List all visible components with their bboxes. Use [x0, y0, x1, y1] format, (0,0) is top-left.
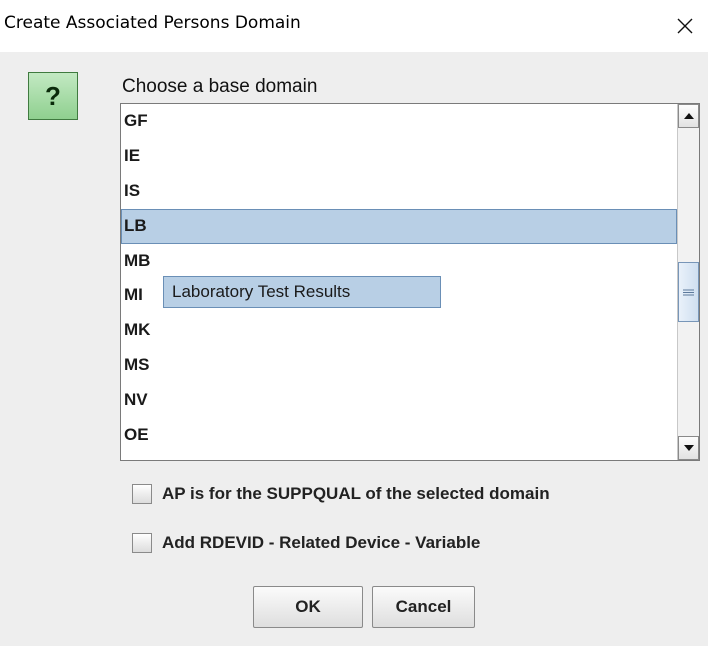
question-glyph: ? [45, 80, 61, 111]
suppqual-label[interactable]: AP is for the SUPPQUAL of the selected d… [162, 484, 550, 504]
list-item[interactable]: IE [121, 139, 677, 174]
window-title: Create Associated Persons Domain [4, 13, 301, 33]
grip-icon [683, 289, 694, 295]
ok-button[interactable]: OK [253, 586, 363, 628]
rdevid-label[interactable]: Add RDEVID - Related Device - Variable [162, 533, 480, 553]
vertical-scrollbar[interactable] [677, 104, 699, 460]
list-item[interactable]: MS [121, 348, 677, 383]
rdevid-checkbox[interactable] [132, 533, 152, 553]
scroll-down-button[interactable] [678, 436, 699, 460]
list-item[interactable]: MB [121, 244, 677, 279]
list-item[interactable]: IS [121, 174, 677, 209]
domain-tooltip: Laboratory Test Results [163, 276, 441, 308]
arrow-down-icon [683, 445, 694, 451]
list-item[interactable]: OE [121, 418, 677, 453]
prompt-label: Choose a base domain [122, 76, 318, 97]
suppqual-checkbox[interactable] [132, 484, 152, 504]
question-icon: ? [28, 72, 78, 120]
title-bar: Create Associated Persons Domain [0, 0, 708, 52]
scrollbar-thumb[interactable] [678, 262, 699, 322]
list-item[interactable]: NV [121, 383, 677, 418]
rdevid-option[interactable]: Add RDEVID - Related Device - Variable [132, 530, 480, 556]
cancel-button[interactable]: Cancel [372, 586, 475, 628]
close-button[interactable] [662, 0, 708, 52]
suppqual-option[interactable]: AP is for the SUPPQUAL of the selected d… [132, 481, 550, 507]
scroll-up-button[interactable] [678, 104, 699, 128]
list-item[interactable]: MK [121, 313, 677, 348]
list-item-selected[interactable]: LB [121, 208, 677, 244]
close-icon [677, 18, 693, 34]
list-item[interactable]: GF [121, 104, 677, 139]
arrow-up-icon [683, 113, 694, 119]
